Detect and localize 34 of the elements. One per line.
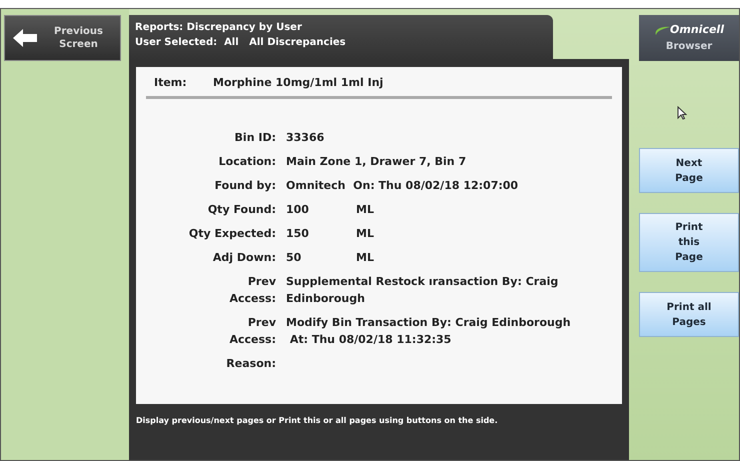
field-value: Omnitech On: Thu 08/02/18 12:07:00	[286, 178, 518, 194]
swoosh-icon	[654, 26, 670, 36]
footer-hint: Display previous/next pages or Print this or all pages using buttons on the side.	[136, 415, 499, 427]
field-label: Bin ID:	[234, 130, 276, 146]
mouse-cursor-icon	[677, 106, 687, 120]
field-value: 150	[286, 226, 310, 242]
unit-label: ML	[356, 202, 374, 218]
field-value: 33366	[286, 130, 324, 146]
side-button[interactable]: Print this Page	[639, 213, 739, 272]
report-title: Reports: Discrepancy by User	[135, 21, 303, 35]
unit-label: ML	[356, 250, 374, 266]
field-label: Qty Found:	[206, 202, 276, 218]
field-label: Adj Down:	[212, 250, 276, 266]
left-arrow-icon	[13, 29, 37, 47]
field-label: Qty Expected:	[188, 226, 276, 242]
field-label: Prev Access:	[228, 274, 276, 306]
item-label: Item:	[153, 75, 188, 91]
field-value: Supplemental Restock ıransaction By: Craig Edinborough	[286, 274, 558, 306]
field-label: Prev Access:	[228, 314, 276, 348]
field-label: Reason:	[225, 356, 276, 372]
brand-label: Browser	[666, 40, 712, 54]
field-value: 50	[286, 250, 302, 266]
field-value: Main Zone 1, Drawer 7, Bin 7	[286, 154, 466, 170]
unit-label: ML	[356, 226, 374, 242]
field-value: 100	[286, 202, 310, 218]
field-label: Location:	[218, 154, 276, 170]
report-subtitle: User Selected: All All Discrepancies	[135, 36, 347, 50]
item-value: Morphine 10mg/1ml 1ml Inj	[213, 75, 384, 91]
previous-screen-button[interactable]: Previous Screen	[4, 15, 121, 61]
side-button[interactable]: Print all Pages	[639, 292, 739, 337]
field-label: Found by:	[214, 178, 276, 194]
side-button[interactable]: Next Page	[639, 148, 739, 193]
brand-logo: Omnicell	[670, 22, 724, 38]
field-value: Modify Bin Transaction By: Craig Edinborough At: Thu 08/02/18 11:32:35	[286, 314, 571, 348]
